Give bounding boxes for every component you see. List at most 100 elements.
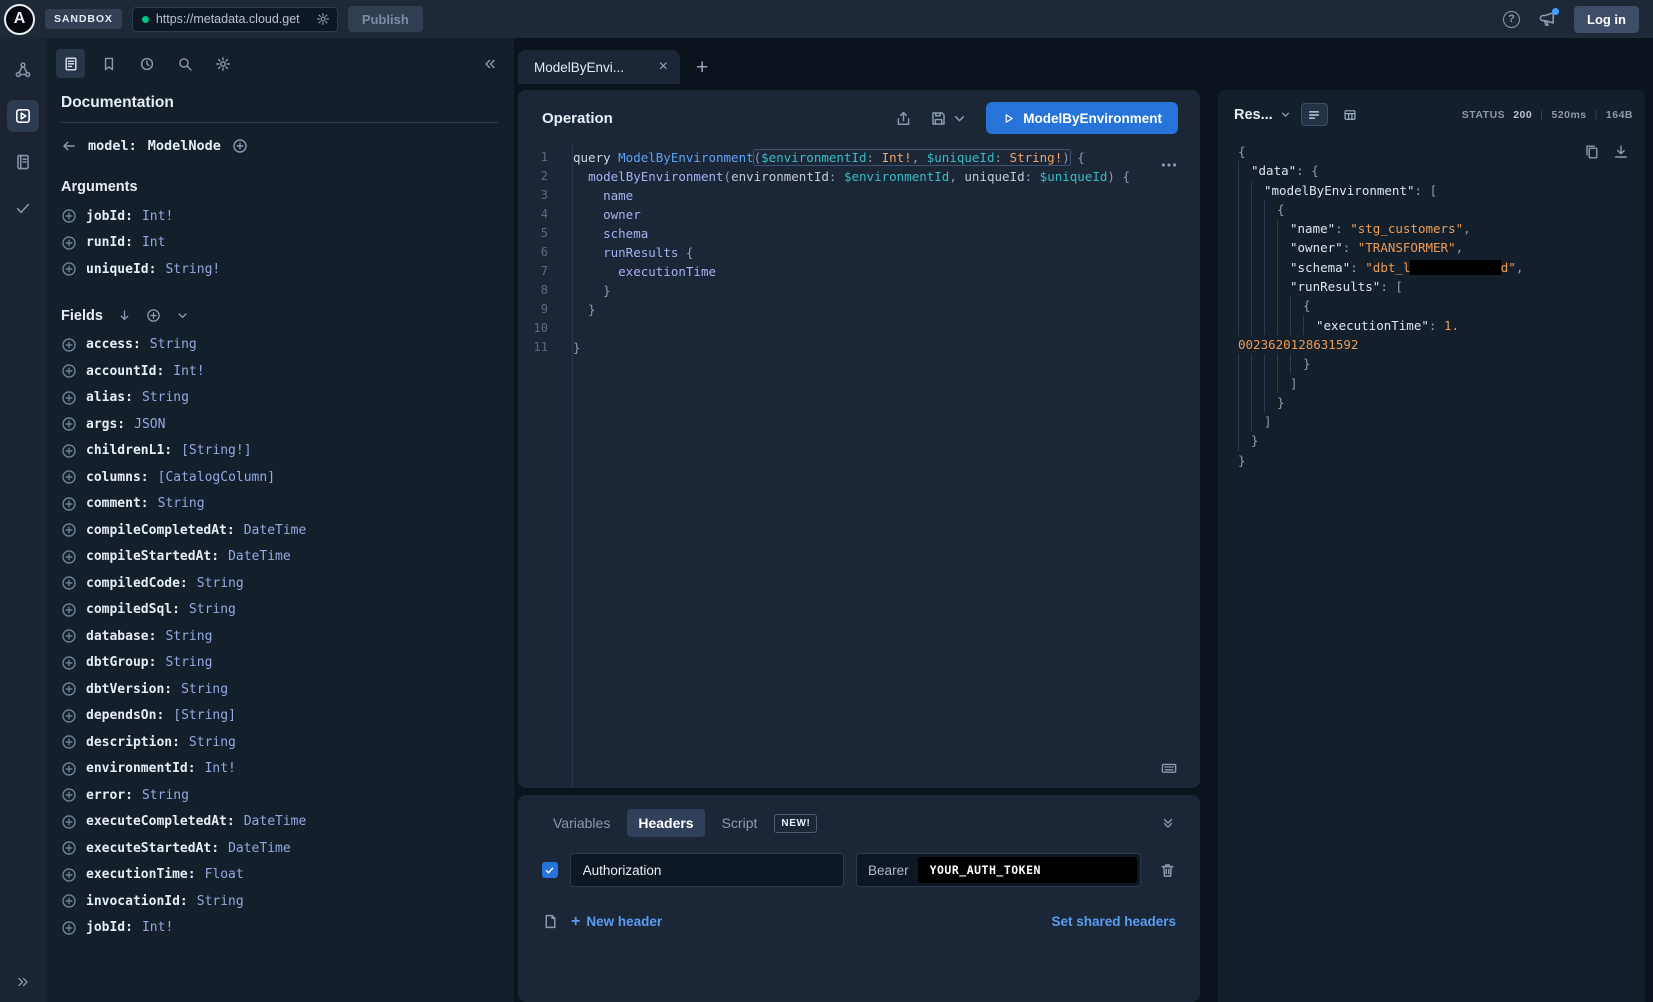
schema-graph-icon[interactable] <box>7 54 39 86</box>
add-field-plus-icon[interactable] <box>61 840 77 856</box>
add-field-plus-icon[interactable] <box>61 814 77 830</box>
field-row[interactable]: dependsOn:[String] <box>61 703 498 730</box>
header-key-input[interactable] <box>570 853 844 887</box>
operation-tab[interactable]: ModelByEnvi... × <box>518 50 680 84</box>
announcements-megaphone-icon[interactable] <box>1538 10 1556 28</box>
add-field-plus-icon[interactable] <box>61 390 77 406</box>
field-type[interactable]: JSON <box>134 417 165 432</box>
add-field-plus-icon[interactable] <box>61 416 77 432</box>
keyboard-shortcuts-icon[interactable] <box>1158 760 1180 776</box>
field-row[interactable]: access:String <box>61 332 498 359</box>
field-type[interactable]: Int! <box>142 920 173 935</box>
code-line[interactable]: 5 schema <box>518 224 1200 243</box>
add-all-fields-icon[interactable] <box>146 308 161 323</box>
add-field-plus-icon[interactable] <box>61 920 77 936</box>
field-type[interactable]: Int <box>142 235 165 250</box>
field-type[interactable]: String! <box>165 262 220 277</box>
close-tab-icon[interactable]: × <box>659 59 668 75</box>
response-table-view-icon[interactable] <box>1337 103 1364 126</box>
preflight-file-icon[interactable] <box>542 913 559 930</box>
publish-button[interactable]: Publish <box>348 6 423 32</box>
field-type[interactable]: String <box>181 682 228 697</box>
add-field-plus-icon[interactable] <box>61 208 77 224</box>
add-field-plus-icon[interactable] <box>61 867 77 883</box>
delete-header-trash-icon[interactable] <box>1159 862 1176 879</box>
field-row[interactable]: comment:String <box>61 491 498 518</box>
endpoint-settings-gear-icon[interactable] <box>316 12 330 26</box>
login-button[interactable]: Log in <box>1574 6 1639 33</box>
bookmark-icon[interactable] <box>94 49 123 78</box>
code-line[interactable]: 6 runResults { <box>518 243 1200 262</box>
add-field-plus-icon[interactable] <box>61 363 77 379</box>
field-type[interactable]: Int! <box>173 364 204 379</box>
operations-notebook-icon[interactable] <box>7 146 39 178</box>
add-field-plus-icon[interactable] <box>61 761 77 777</box>
auth-token-value[interactable]: YOUR_AUTH_TOKEN <box>918 857 1137 883</box>
collapse-request-panel-icon[interactable] <box>1160 815 1176 831</box>
share-icon[interactable] <box>895 110 912 127</box>
expand-rail-icon[interactable] <box>0 974 46 990</box>
history-clock-icon[interactable] <box>132 49 161 78</box>
add-field-plus-icon[interactable] <box>61 443 77 459</box>
checks-icon[interactable] <box>7 192 39 224</box>
field-type[interactable]: String <box>165 629 212 644</box>
add-field-plus-icon[interactable] <box>61 235 77 251</box>
save-dropdown-chevron-icon[interactable] <box>951 110 968 127</box>
field-type[interactable]: [String] <box>173 708 236 723</box>
back-arrow-icon[interactable] <box>61 138 77 154</box>
set-shared-headers-link[interactable]: Set shared headers <box>1051 914 1176 929</box>
field-row[interactable]: executeStartedAt:DateTime <box>61 835 498 862</box>
add-field-plus-icon[interactable] <box>61 549 77 565</box>
field-type[interactable]: String <box>189 602 236 617</box>
add-field-plus-icon[interactable] <box>61 261 77 277</box>
field-row[interactable]: childrenL1:[String!] <box>61 438 498 465</box>
code-line[interactable]: 7 executionTime <box>518 262 1200 281</box>
field-type[interactable]: String <box>165 655 212 670</box>
field-row[interactable]: alias:String <box>61 385 498 412</box>
field-row[interactable]: database:String <box>61 623 498 650</box>
field-row[interactable]: accountId:Int! <box>61 358 498 385</box>
documentation-tab-icon[interactable] <box>56 49 85 78</box>
field-row[interactable]: executeCompletedAt:DateTime <box>61 809 498 836</box>
field-row[interactable]: dbtVersion:String <box>61 676 498 703</box>
response-format-lines-icon[interactable] <box>1301 103 1328 126</box>
field-type[interactable]: String <box>158 496 205 511</box>
field-row[interactable]: compiledSql:String <box>61 597 498 624</box>
fields-menu-chevron-icon[interactable] <box>175 308 190 323</box>
new-header-button[interactable]: + New header <box>571 914 662 930</box>
field-type[interactable]: DateTime <box>244 523 307 538</box>
field-row[interactable]: dbtGroup:String <box>61 650 498 677</box>
code-line[interactable]: 2 modelByEnvironment(environmentId: $env… <box>518 167 1200 186</box>
field-row[interactable]: jobId:Int! <box>61 915 498 942</box>
endpoint-input[interactable]: https://metadata.cloud.get <box>132 7 338 32</box>
run-operation-button[interactable]: ModelByEnvironment <box>986 102 1178 134</box>
new-tab-icon[interactable]: + <box>696 57 708 78</box>
response-dropdown[interactable]: Res... <box>1234 107 1292 123</box>
field-type[interactable]: String <box>142 390 189 405</box>
tab-variables[interactable]: Variables <box>542 809 621 837</box>
field-type[interactable]: DateTime <box>228 549 291 564</box>
code-line[interactable]: 10 <box>518 319 1200 338</box>
query-editor[interactable]: 1query ModelByEnvironment($environmentId… <box>518 144 1200 788</box>
code-line[interactable]: 3 name <box>518 186 1200 205</box>
field-row[interactable]: columns:[CatalogColumn] <box>61 464 498 491</box>
save-icon[interactable] <box>930 110 947 127</box>
add-field-plus-icon[interactable] <box>61 681 77 697</box>
add-field-plus-icon[interactable] <box>61 337 77 353</box>
code-line[interactable]: 11} <box>518 338 1200 357</box>
field-row[interactable]: compiledCode:String <box>61 570 498 597</box>
endpoint-url[interactable]: https://metadata.cloud.get <box>156 12 309 26</box>
sort-fields-icon[interactable] <box>117 308 132 323</box>
add-field-plus-icon[interactable] <box>61 628 77 644</box>
field-type[interactable]: [String!] <box>181 443 251 458</box>
search-icon[interactable] <box>170 49 199 78</box>
field-row[interactable]: uniqueId:String! <box>61 256 498 283</box>
field-row[interactable]: environmentId:Int! <box>61 756 498 783</box>
add-field-plus-icon[interactable] <box>61 469 77 485</box>
code-line[interactable]: 1query ModelByEnvironment($environmentId… <box>518 148 1200 167</box>
field-row[interactable]: compileStartedAt:DateTime <box>61 544 498 571</box>
field-type[interactable]: Int! <box>142 209 173 224</box>
field-row[interactable]: jobId:Int! <box>61 203 498 230</box>
field-type[interactable]: String <box>189 735 236 750</box>
tab-script[interactable]: Script <box>711 809 769 837</box>
